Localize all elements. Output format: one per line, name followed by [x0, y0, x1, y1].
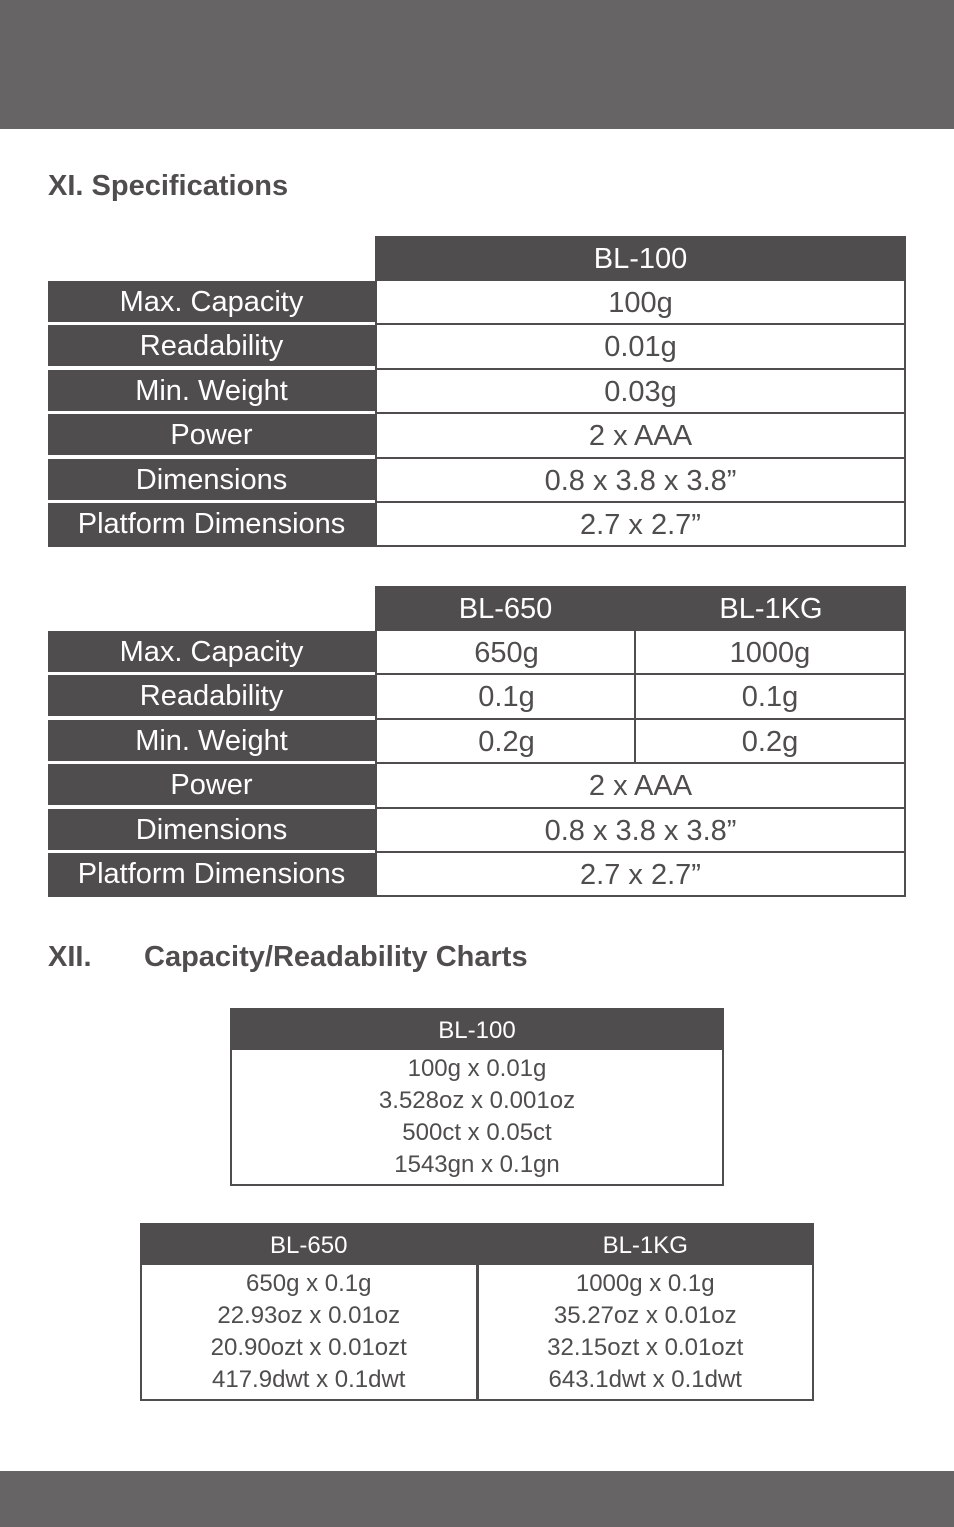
row-label: Power: [48, 414, 375, 459]
row-value: 100g: [375, 281, 906, 326]
model-header-bl650: BL-650: [375, 586, 636, 631]
row-value: 2 x AAA: [375, 764, 906, 809]
row-value: 0.2g: [375, 719, 636, 765]
header-band: [0, 0, 954, 129]
row-value: 2 x AAA: [375, 414, 906, 459]
table-row: Power 2 x AAA: [48, 764, 906, 809]
row-value: 0.1g: [375, 675, 636, 720]
capacity-chart-header: BL-650: [142, 1225, 476, 1265]
table-row: Min. Weight 0.2g 0.2g: [48, 719, 906, 765]
row-label: Readability: [48, 675, 375, 720]
footer-band: [0, 1471, 954, 1527]
model-header-bl1kg: BL-1KG: [636, 586, 906, 631]
row-value: 2.7 x 2.7”: [375, 852, 906, 898]
row-label: Max. Capacity: [48, 631, 375, 675]
row-label: Platform Dimensions: [48, 852, 375, 897]
capacity-chart-header: BL-100: [232, 1010, 722, 1050]
section-title: Capacity/Readability Charts: [144, 941, 528, 973]
capacity-chart-body: 650g x 0.1g 22.93oz x 0.01oz 20.90ozt x …: [142, 1265, 476, 1396]
capacity-chart-header: BL-1KG: [478, 1225, 812, 1265]
table-row: Power 2 x AAA: [48, 414, 906, 459]
capacity-line: 650g x 0.1g: [246, 1270, 372, 1297]
capacity-chart-bl650-bl1kg: BL-650 650g x 0.1g 22.93oz x 0.01oz 20.9…: [140, 1223, 814, 1401]
table-row: Dimensions 0.8 x 3.8 x 3.8”: [48, 458, 906, 503]
row-label: Platform Dimensions: [48, 502, 375, 547]
capacity-line: 20.90ozt x 0.01ozt: [210, 1334, 407, 1361]
capacity-charts-heading: XII. Capacity/Readability Charts: [48, 941, 528, 974]
specifications-heading: XI. Specifications: [48, 170, 289, 202]
row-label: Dimensions: [48, 808, 375, 853]
table-row: Max. Capacity 100g: [48, 281, 906, 326]
table-row: Readability 0.1g 0.1g: [48, 675, 906, 720]
row-value: 0.01g: [375, 325, 906, 370]
table-row: Platform Dimensions 2.7 x 2.7”: [48, 852, 906, 898]
row-value: 0.03g: [375, 369, 906, 415]
row-value: 0.8 x 3.8 x 3.8”: [375, 458, 906, 503]
capacity-chart-body: 1000g x 0.1g 35.27oz x 0.01oz 32.15ozt x…: [479, 1265, 813, 1396]
capacity-chart-body: 100g x 0.01g 3.528oz x 0.001oz 500ct x 0…: [232, 1050, 722, 1181]
table-row: Platform Dimensions 2.7 x 2.7”: [48, 502, 906, 548]
section-number: XII.: [48, 941, 92, 973]
capacity-line: 100g x 0.01g: [407, 1055, 547, 1082]
spec-table-header: BL-100: [48, 236, 906, 281]
row-value: 1000g: [634, 631, 906, 676]
row-label: Power: [48, 764, 375, 809]
capacity-column-bl650: BL-650 650g x 0.1g 22.93oz x 0.01oz 20.9…: [142, 1225, 479, 1399]
capacity-line: 417.9dwt x 0.1dwt: [212, 1366, 406, 1393]
capacity-line: 1000g x 0.1g: [575, 1270, 715, 1297]
row-label: Min. Weight: [48, 719, 375, 764]
capacity-line: 643.1dwt x 0.1dwt: [548, 1366, 742, 1393]
capacity-chart-bl100: BL-100 100g x 0.01g 3.528oz x 0.001oz 50…: [230, 1008, 724, 1186]
capacity-line: 35.27oz x 0.01oz: [553, 1302, 737, 1329]
model-header-bl100: BL-100: [375, 236, 906, 281]
table-row: Readability 0.01g: [48, 325, 906, 370]
table-row: Max. Capacity 650g 1000g: [48, 631, 906, 676]
row-value: 0.8 x 3.8 x 3.8”: [375, 808, 906, 853]
capacity-line: 1543gn x 0.1gn: [394, 1151, 560, 1178]
capacity-column-bl1kg: BL-1KG 1000g x 0.1g 35.27oz x 0.01oz 32.…: [478, 1225, 813, 1399]
capacity-line: 500ct x 0.05ct: [402, 1119, 552, 1146]
capacity-line: 22.93oz x 0.01oz: [217, 1302, 401, 1329]
spec-table-header: BL-650 BL-1KG: [48, 586, 906, 631]
row-value: 2.7 x 2.7”: [375, 502, 906, 548]
spec-table-bl100: BL-100 Max. Capacity 100g Readability 0.…: [48, 236, 906, 548]
capacity-line: 32.15ozt x 0.01ozt: [547, 1334, 744, 1361]
row-label: Min. Weight: [48, 369, 375, 414]
row-value: 650g: [375, 631, 636, 676]
spec-table-bl650-bl1kg: BL-650 BL-1KG Max. Capacity 650g 1000g R…: [48, 586, 906, 898]
row-value: 0.2g: [634, 719, 906, 765]
capacity-line: 3.528oz x 0.001oz: [378, 1087, 576, 1114]
row-value: 0.1g: [634, 675, 906, 720]
row-label: Dimensions: [48, 458, 375, 503]
table-row: Min. Weight 0.03g: [48, 369, 906, 415]
row-label: Max. Capacity: [48, 281, 375, 325]
row-label: Readability: [48, 325, 375, 370]
table-row: Dimensions 0.8 x 3.8 x 3.8”: [48, 808, 906, 853]
